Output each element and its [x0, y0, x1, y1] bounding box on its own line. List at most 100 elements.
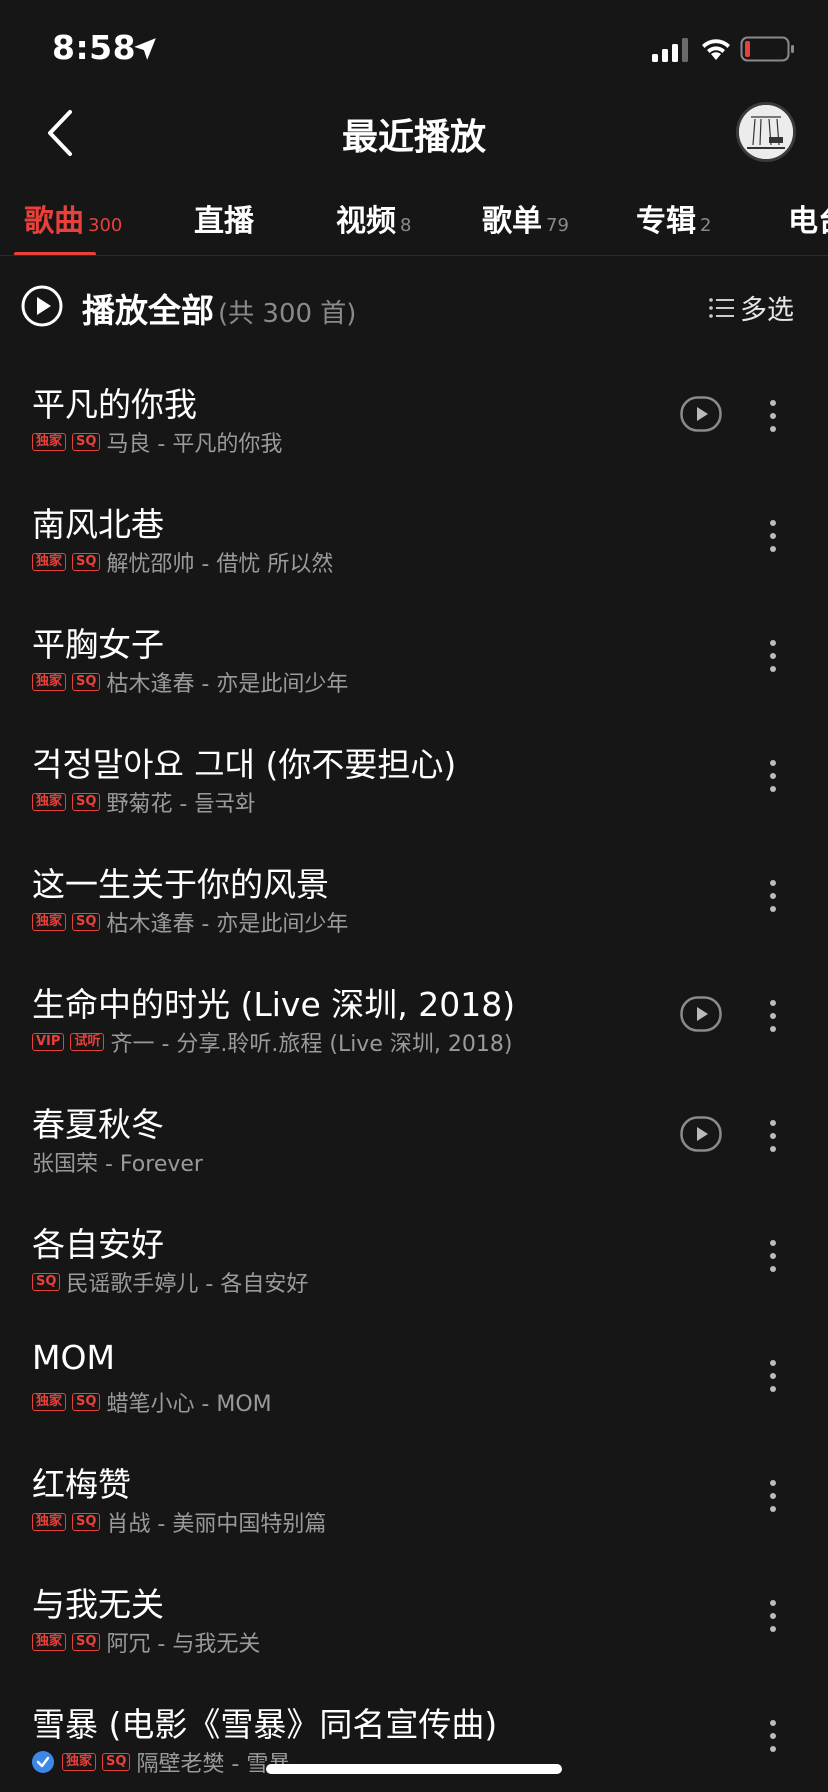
category-tabs: 歌曲300 直播 视频8 歌单79 专辑2 电台	[0, 190, 828, 256]
tab-count: 300	[88, 215, 123, 236]
song-row[interactable]: 걱정말아요 그대 (你不要担心) 独家 SQ 野菊花 - 들국화	[0, 714, 828, 834]
play-all-button[interactable]: 播放全部 (共 300 首)	[82, 284, 356, 332]
list-icon	[709, 297, 734, 318]
tab-count: 79	[546, 215, 569, 236]
play-circle-icon[interactable]	[20, 284, 64, 328]
quality-badge: 独家	[32, 553, 67, 571]
song-row[interactable]: 与我无关独家 SQ 阿冗 - 与我无关	[0, 1554, 828, 1674]
battery-icon	[740, 36, 794, 62]
tab-songs[interactable]: 歌曲 300	[24, 196, 122, 240]
verified-check-icon	[32, 1751, 54, 1773]
song-artist-album: 民谣歌手婷儿 - 各自安好	[66, 1272, 309, 1297]
tab-label: 歌曲	[24, 204, 84, 239]
play-all-count: (共 300 首)	[218, 299, 357, 329]
multi-select-label: 多选	[740, 295, 794, 326]
tab-albums[interactable]: 专辑 2	[636, 196, 711, 240]
song-artist-album: 蜡笔小心 - MOM	[106, 1392, 272, 1417]
song-artist-album: 枯木逢春 - 亦是此间少年	[106, 672, 349, 697]
quality-badge: SQ	[72, 1633, 101, 1651]
song-subtitle-row: VIP 试听 齐一 - 分享.聆听.旅程 (Live 深圳, 2018)	[32, 1026, 512, 1058]
more-options-icon[interactable]	[766, 1118, 780, 1154]
tab-videos[interactable]: 视频 8	[336, 196, 411, 240]
song-row[interactable]: MOM 独家 SQ 蜡笔小心 - MOM	[0, 1314, 828, 1434]
more-options-icon[interactable]	[766, 758, 780, 794]
tab-radio[interactable]: 电台	[788, 196, 828, 240]
song-title: MOM	[32, 1338, 115, 1377]
song-subtitle-row: 独家 SQ 阿冗 - 与我无关	[32, 1626, 260, 1658]
song-row[interactable]: 平凡的你我 独家 SQ 马良 - 平凡的你我	[0, 354, 828, 474]
song-artist-album: 解忧邵帅 - 借忧 所以然	[106, 552, 334, 577]
song-artist-album: 阿冗 - 与我无关	[106, 1632, 261, 1657]
song-row[interactable]: 各自安好 SQ 民谣歌手婷儿 - 各自安好	[0, 1194, 828, 1314]
song-title: 걱정말아요 그대 (你不要担心)	[32, 745, 457, 784]
song-subtitle-row: 独家 SQ 隔壁老樊 - 雪暴	[32, 1746, 290, 1778]
song-subtitle-row: 独家 SQ 枯木逢春 - 亦是此间少年	[32, 666, 348, 698]
status-time: 8:58	[52, 28, 137, 67]
video-play-icon[interactable]	[680, 396, 722, 432]
quality-badge: SQ	[72, 553, 101, 571]
quality-badge: 独家	[32, 433, 67, 451]
nav-bar: 最近播放	[0, 96, 828, 172]
tab-count: 2	[700, 215, 712, 236]
quality-badge: 试听	[70, 1033, 105, 1051]
quality-badge: SQ	[72, 673, 101, 691]
more-options-icon[interactable]	[766, 1478, 780, 1514]
song-row[interactable]: 生命中的时光 (Live 深圳, 2018) VIP 试听 齐一 - 分享.聆听.旅程…	[0, 954, 828, 1074]
video-play-icon[interactable]	[680, 996, 722, 1032]
home-indicator	[266, 1764, 562, 1774]
song-title: 生命中的时光 (Live 深圳, 2018)	[32, 985, 516, 1024]
more-options-icon[interactable]	[766, 1238, 780, 1274]
more-options-icon[interactable]	[766, 1718, 780, 1754]
quality-badge: SQ	[72, 1513, 101, 1531]
more-options-icon[interactable]	[766, 1358, 780, 1394]
user-avatar[interactable]	[736, 102, 796, 162]
song-subtitle-row: 独家 SQ 枯木逢春 - 亦是此间少年	[32, 906, 348, 938]
song-title: 红梅赞	[32, 1465, 131, 1504]
wifi-icon	[702, 39, 730, 60]
song-subtitle-row: 独家 SQ 马良 - 平凡的你我	[32, 426, 282, 458]
song-subtitle-row: 张国荣 - Forever	[32, 1146, 203, 1178]
song-artist-album: 马良 - 平凡的你我	[106, 432, 283, 457]
tab-label: 专辑	[636, 204, 696, 239]
tab-count: 8	[400, 215, 412, 236]
multi-select-button[interactable]: 多选	[708, 288, 794, 327]
song-row[interactable]: 雪暴 (电影《雪暴》同名宣传曲) 独家 SQ 隔壁老樊 - 雪暴	[0, 1674, 828, 1792]
song-row[interactable]: 南风北巷 独家 SQ 解忧邵帅 - 借忧 所以然	[0, 474, 828, 594]
quality-badge: 独家	[62, 1753, 97, 1771]
song-title: 与我无关	[32, 1585, 164, 1624]
more-options-icon[interactable]	[766, 878, 780, 914]
quality-badge: SQ	[72, 913, 101, 931]
song-title: 春夏秋冬	[32, 1105, 164, 1144]
song-artist-album: 张国荣 - Forever	[32, 1152, 203, 1177]
quality-badge: 独家	[32, 673, 67, 691]
song-row[interactable]: 红梅赞 独家 SQ 肖战 - 美丽中国特别篇	[0, 1434, 828, 1554]
more-options-icon[interactable]	[766, 518, 780, 554]
quality-badge: 独家	[32, 913, 67, 931]
quality-badge: VIP	[32, 1033, 65, 1051]
more-options-icon[interactable]	[766, 638, 780, 674]
song-row[interactable]: 平胸女子独家 SQ 枯木逢春 - 亦是此间少年	[0, 594, 828, 714]
song-title: 这一生关于你的风景	[32, 865, 329, 904]
song-title: 各自安好	[32, 1225, 164, 1264]
song-artist-album: 肖战 - 美丽中国特别篇	[106, 1512, 327, 1537]
quality-badge: SQ	[32, 1273, 61, 1291]
song-subtitle-row: 独家 SQ 蜡笔小心 - MOM	[32, 1386, 272, 1418]
more-options-icon[interactable]	[766, 398, 780, 434]
active-tab-indicator	[14, 252, 96, 255]
song-title: 平胸女子	[32, 625, 164, 664]
song-subtitle-row: 独家 SQ 肖战 - 美丽中国特别篇	[32, 1506, 326, 1538]
song-row[interactable]: 这一生关于你的风景 独家 SQ 枯木逢春 - 亦是此间少年	[0, 834, 828, 954]
song-artist-album: 野菊花 - 들국화	[106, 792, 256, 817]
quality-badge: SQ	[72, 433, 101, 451]
status-bar: 8:58	[0, 0, 828, 100]
quality-badge: 独家	[32, 1393, 67, 1411]
quality-badge: 独家	[32, 1633, 67, 1651]
video-play-icon[interactable]	[680, 1116, 722, 1152]
more-options-icon[interactable]	[766, 1598, 780, 1634]
tab-playlists[interactable]: 歌单 79	[482, 196, 569, 240]
more-options-icon[interactable]	[766, 998, 780, 1034]
quality-badge: SQ	[72, 793, 101, 811]
song-row[interactable]: 春夏秋冬张国荣 - Forever	[0, 1074, 828, 1194]
location-arrow-icon	[134, 38, 156, 60]
tab-live[interactable]: 直播	[194, 196, 254, 240]
